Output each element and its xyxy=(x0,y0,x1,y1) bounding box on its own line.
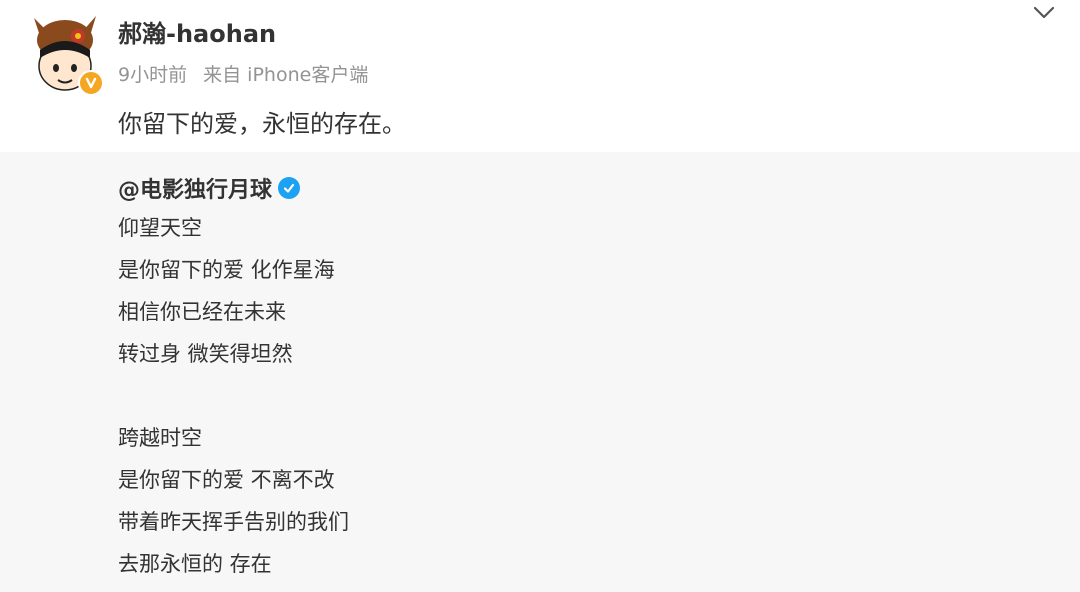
lyric-line: 带着昨天挥手告别的我们 xyxy=(118,510,349,534)
chevron-down-icon[interactable] xyxy=(1030,2,1058,24)
author-name[interactable]: 郝瀚-haohan xyxy=(118,14,276,49)
stanza-spacer xyxy=(118,380,349,422)
lyric-line: 是你留下的爱 不离不改 xyxy=(118,468,335,492)
post-text: 你留下的爱，永恒的存在。 xyxy=(118,110,406,138)
lyric-line: 去那永恒的 存在 xyxy=(118,552,272,576)
lyric-line: 相信你已经在未来 xyxy=(118,300,286,324)
lyric-line: 转过身 微笑得坦然 xyxy=(118,342,293,366)
post-header: 郝瀚-haohan 9小时前 来自 iPhone客户端 你留下的爱，永恒的存在。 xyxy=(0,0,1080,152)
lyric-line: 仰望天空 xyxy=(118,216,202,240)
reposted-content[interactable]: @电影独行月球 仰望天空 是你留下的爱 化作星海 相信你已经在未来 转过身 微笑… xyxy=(0,152,1080,592)
original-author-link[interactable]: @电影独行月球 xyxy=(118,172,272,204)
post-meta: 9小时前 来自 iPhone客户端 xyxy=(118,60,368,87)
lyric-line: 是你留下的爱 化作星海 xyxy=(118,258,335,282)
lyrics-list: 仰望天空 是你留下的爱 化作星海 相信你已经在未来 转过身 微笑得坦然 跨越时空… xyxy=(118,212,349,590)
post-source: 来自 iPhone客户端 xyxy=(203,64,369,86)
post-time[interactable]: 9小时前 xyxy=(118,64,187,86)
blue-verified-icon xyxy=(278,177,301,199)
author-avatar-container[interactable] xyxy=(26,10,104,96)
original-author-row: @电影独行月球 xyxy=(118,172,301,204)
verified-badge-icon xyxy=(78,70,104,96)
lyric-line: 跨越时空 xyxy=(118,426,202,450)
